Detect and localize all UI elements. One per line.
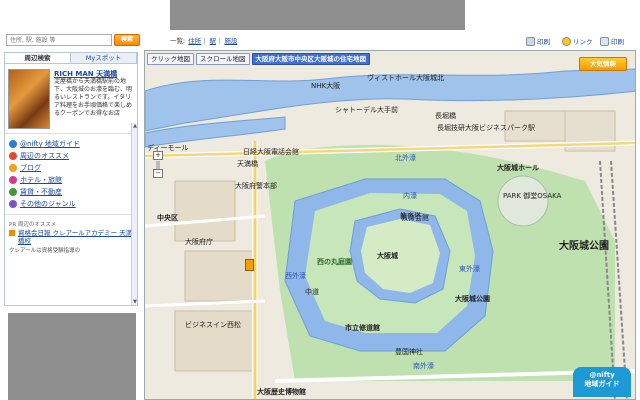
left-ad-placeholder bbox=[8, 313, 136, 400]
map-label-ruxshi: 教育会館 bbox=[401, 214, 429, 222]
map-label-nakamichi: 中道 bbox=[305, 288, 319, 296]
map-label-park-osaka: PARK 御堂OSAKA bbox=[503, 192, 562, 200]
genre-label: 賃貸・不動産 bbox=[20, 188, 62, 196]
shop-description: 淀屋橋から天満橋駅前の地下、大阪城のお濠を臨む、明るいレストランです。イタリア料… bbox=[54, 78, 133, 117]
search-button[interactable]: 検索 bbox=[114, 34, 140, 46]
map-label-nishinomaru: 西の丸庭園 bbox=[317, 258, 352, 266]
link-address[interactable]: 住所 bbox=[188, 37, 201, 45]
map-label-rekishi: 大阪歴史博物館 bbox=[257, 388, 306, 396]
genre-label: その他のジャンル bbox=[20, 200, 76, 208]
scroll-map-button[interactable]: スクロール地図 bbox=[196, 53, 250, 65]
link-icon bbox=[562, 36, 571, 46]
pr-bullet-icon bbox=[9, 230, 15, 236]
left-scrollbar[interactable]: ▲ ▼ bbox=[131, 123, 137, 305]
print-label: 印刷 bbox=[537, 38, 550, 46]
genre-label: ブログ bbox=[20, 164, 41, 172]
pr-title: PR 周辺のオススメ bbox=[5, 214, 137, 229]
genre-bullet-icon bbox=[9, 176, 17, 184]
map-label-nhk: NHK大阪 bbox=[311, 82, 341, 90]
genre-menu: @nifty 地域ガイド 周辺のオススメ ブログホテル・旅館 賃貸・不動産その他のジャ… bbox=[5, 134, 137, 210]
pr-link-text: 資格会日報 クレアールアカデミー 天満橋校 bbox=[18, 229, 133, 245]
left-tabs: 周辺検索 Myスポット bbox=[5, 53, 137, 64]
map-label-osakafu: 大阪府警本部 bbox=[235, 182, 277, 190]
map-label-hokkaibori: 北外濠 bbox=[395, 154, 416, 162]
pr-link[interactable]: 資格会日報 クレアールアカデミー 天満橋校 bbox=[5, 229, 137, 245]
map-label-chuo: 中央区 bbox=[157, 214, 178, 222]
printer-icon bbox=[526, 36, 535, 46]
list-prefix: 一覧: bbox=[170, 37, 186, 45]
link-tool[interactable]: リンク bbox=[562, 36, 593, 46]
genre-bullet-icon bbox=[9, 140, 17, 148]
weather-info-button[interactable]: 大気情報 bbox=[579, 57, 627, 71]
print-tool-2[interactable]: 印刷 bbox=[600, 36, 624, 46]
genre-label: 周辺のオススメ bbox=[20, 152, 69, 160]
map-label-dante: ディーモール bbox=[147, 144, 189, 152]
link-separator: | bbox=[203, 37, 206, 45]
link-label: リンク bbox=[573, 38, 593, 46]
genre-bullet-icon bbox=[9, 152, 17, 160]
map-label-osakajo-hall: 大阪城ホール bbox=[497, 164, 539, 172]
map-label-business: 長堀技研大阪ビジネスパーク駅 bbox=[437, 124, 535, 132]
link-facility[interactable]: 施設 bbox=[224, 37, 237, 45]
genre-menu-item[interactable]: 賃貸・不動産 bbox=[9, 186, 133, 198]
map-toolbar: クリック地図 スクロール地図 大阪府大阪市中央区大阪城の住宅地図 bbox=[147, 53, 370, 65]
zoom-slider[interactable] bbox=[156, 161, 160, 169]
scroll-up-icon[interactable]: ▲ bbox=[132, 123, 137, 129]
tab-nearby-search[interactable]: 周辺検索 bbox=[5, 53, 71, 63]
map-label-sharp: シャトーデル大手前 bbox=[335, 106, 398, 114]
link-separator: | bbox=[218, 37, 221, 45]
shop-photo[interactable] bbox=[8, 69, 50, 129]
map-label-uchibori: 内濠 bbox=[403, 192, 417, 200]
map-label-osakajo-park-east: 大阪城公園 bbox=[559, 241, 609, 252]
list-links: 一覧: 住所 | 駅 | 施設 bbox=[170, 35, 238, 45]
map-canvas[interactable] bbox=[145, 51, 636, 400]
badge-line-1: @nifty bbox=[589, 371, 615, 379]
shop-location-pin-icon[interactable] bbox=[245, 259, 254, 271]
map-label-nishiyashiki: 大阪府庁 bbox=[185, 238, 213, 246]
map-label-hokoku: 豊国神社 bbox=[395, 348, 423, 356]
tab-my-spot[interactable]: Myスポット bbox=[71, 53, 137, 63]
map-label-higashisotobori: 東外濠 bbox=[459, 265, 480, 273]
genre-menu-item[interactable]: その他のジャンル bbox=[9, 198, 133, 210]
left-panel: 周辺検索 Myスポット RICH MAN 天満橋 淀屋橋から天満橋駅前の地下、大… bbox=[4, 52, 138, 306]
scroll-down-icon[interactable]: ▼ bbox=[132, 299, 137, 305]
map-label-vistaor: ヴィストホール大阪城北 bbox=[367, 74, 444, 82]
click-map-button[interactable]: クリック地図 bbox=[147, 53, 194, 65]
map-label-osakajo-park: 大阪城公園 bbox=[455, 295, 490, 303]
map-label-osaka-castle: 大阪城 bbox=[377, 252, 398, 260]
pr-sub: クレアールは資格受験指導の bbox=[9, 248, 81, 254]
header-ad-placeholder bbox=[170, 0, 465, 30]
zoom-out-icon[interactable]: − bbox=[153, 169, 163, 178]
genre-bullet-icon bbox=[9, 188, 17, 196]
badge-line-2: 地域ガイド bbox=[584, 380, 620, 388]
genre-bullet-icon bbox=[9, 164, 17, 172]
map-label-hatazaki: 長堀橋 bbox=[435, 112, 456, 120]
genre-menu-item[interactable]: @nifty 地域ガイド bbox=[9, 138, 133, 150]
map-label-shiritsu: 市立修道館 bbox=[345, 324, 380, 332]
nifty-guide-badge[interactable]: @nifty 地域ガイド bbox=[573, 367, 631, 397]
genre-menu-item[interactable]: 周辺のオススメ bbox=[9, 150, 133, 162]
map-label-hosokawa: ビジネスイン西松 bbox=[185, 321, 241, 329]
shop-card: RICH MAN 天満橋 淀屋橋から天満橋駅前の地下、大阪城のお濠を臨む、明るい… bbox=[5, 64, 137, 134]
genre-menu-item[interactable]: ブログ bbox=[9, 162, 133, 174]
genre-label: @nifty 地域ガイド bbox=[20, 140, 80, 148]
genre-menu-item[interactable]: ホテル・旅館 bbox=[9, 174, 133, 186]
map-label-nishisotobori: 西外濠 bbox=[285, 272, 306, 280]
map-label-nikkei: 日経大阪電話会館 bbox=[243, 148, 299, 156]
map-label-temma: 天満橋 bbox=[237, 160, 258, 168]
link-station[interactable]: 駅 bbox=[210, 37, 217, 45]
print-alt-icon bbox=[600, 36, 609, 46]
housing-map-button[interactable]: 大阪府大阪市中央区大阪城の住宅地図 bbox=[251, 53, 370, 65]
print-tool[interactable]: 印刷 bbox=[526, 36, 550, 46]
search-input[interactable] bbox=[6, 34, 112, 46]
genre-bullet-icon bbox=[9, 200, 17, 208]
zoom-control: + − bbox=[153, 151, 163, 179]
genre-label: ホテル・旅館 bbox=[20, 176, 62, 184]
print-alt-label: 印刷 bbox=[611, 38, 624, 46]
header-left-blank bbox=[0, 0, 135, 30]
map-label-minamisotobori: 南外濠 bbox=[413, 362, 434, 370]
map-view[interactable]: クリック地図 スクロール地図 大阪府大阪市中央区大阪城の住宅地図 大気情報 + … bbox=[144, 50, 636, 400]
